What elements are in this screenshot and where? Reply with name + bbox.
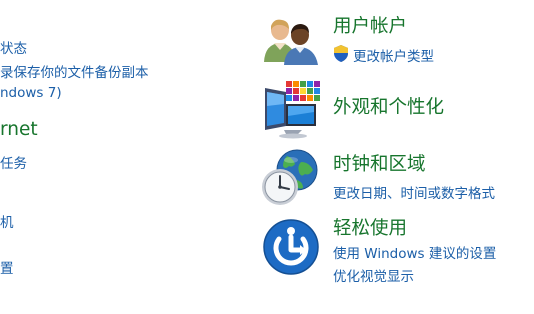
link-optimize-visual-display[interactable]: 优化视觉显示 [333,265,414,285]
heading-clock-region[interactable]: 时钟和区域 [333,150,426,176]
link-system-status[interactable]: 状态 [0,37,27,57]
ease-of-access-icon[interactable] [262,218,320,276]
clock-globe-icon[interactable] [259,148,321,210]
heading-network-internet[interactable]: rnet [0,119,38,140]
users-icon[interactable] [262,16,320,66]
link-backup-restore-windows7[interactable]: ndows 7) [0,85,62,101]
heading-appearance-personalization[interactable]: 外观和个性化 [333,93,444,119]
link-backup-files[interactable]: 录保存你的文件备份副本 [0,61,149,81]
link-change-account-type[interactable]: 更改帐户类型 [353,45,434,65]
link-windows-suggested-settings[interactable]: 使用 Windows 建议的设置 [333,242,496,262]
link-programs-settings[interactable]: 置 [0,257,14,277]
uac-shield-icon [334,45,348,62]
link-network-tasks[interactable]: 任务 [0,152,27,172]
link-change-date-time-format[interactable]: 更改日期、时间或数字格式 [333,182,495,202]
link-hardware-machine[interactable]: 机 [0,211,14,231]
heading-ease-of-access[interactable]: 轻松使用 [333,214,407,240]
monitor-icon[interactable] [262,78,322,140]
heading-user-accounts[interactable]: 用户帐户 [333,12,407,38]
